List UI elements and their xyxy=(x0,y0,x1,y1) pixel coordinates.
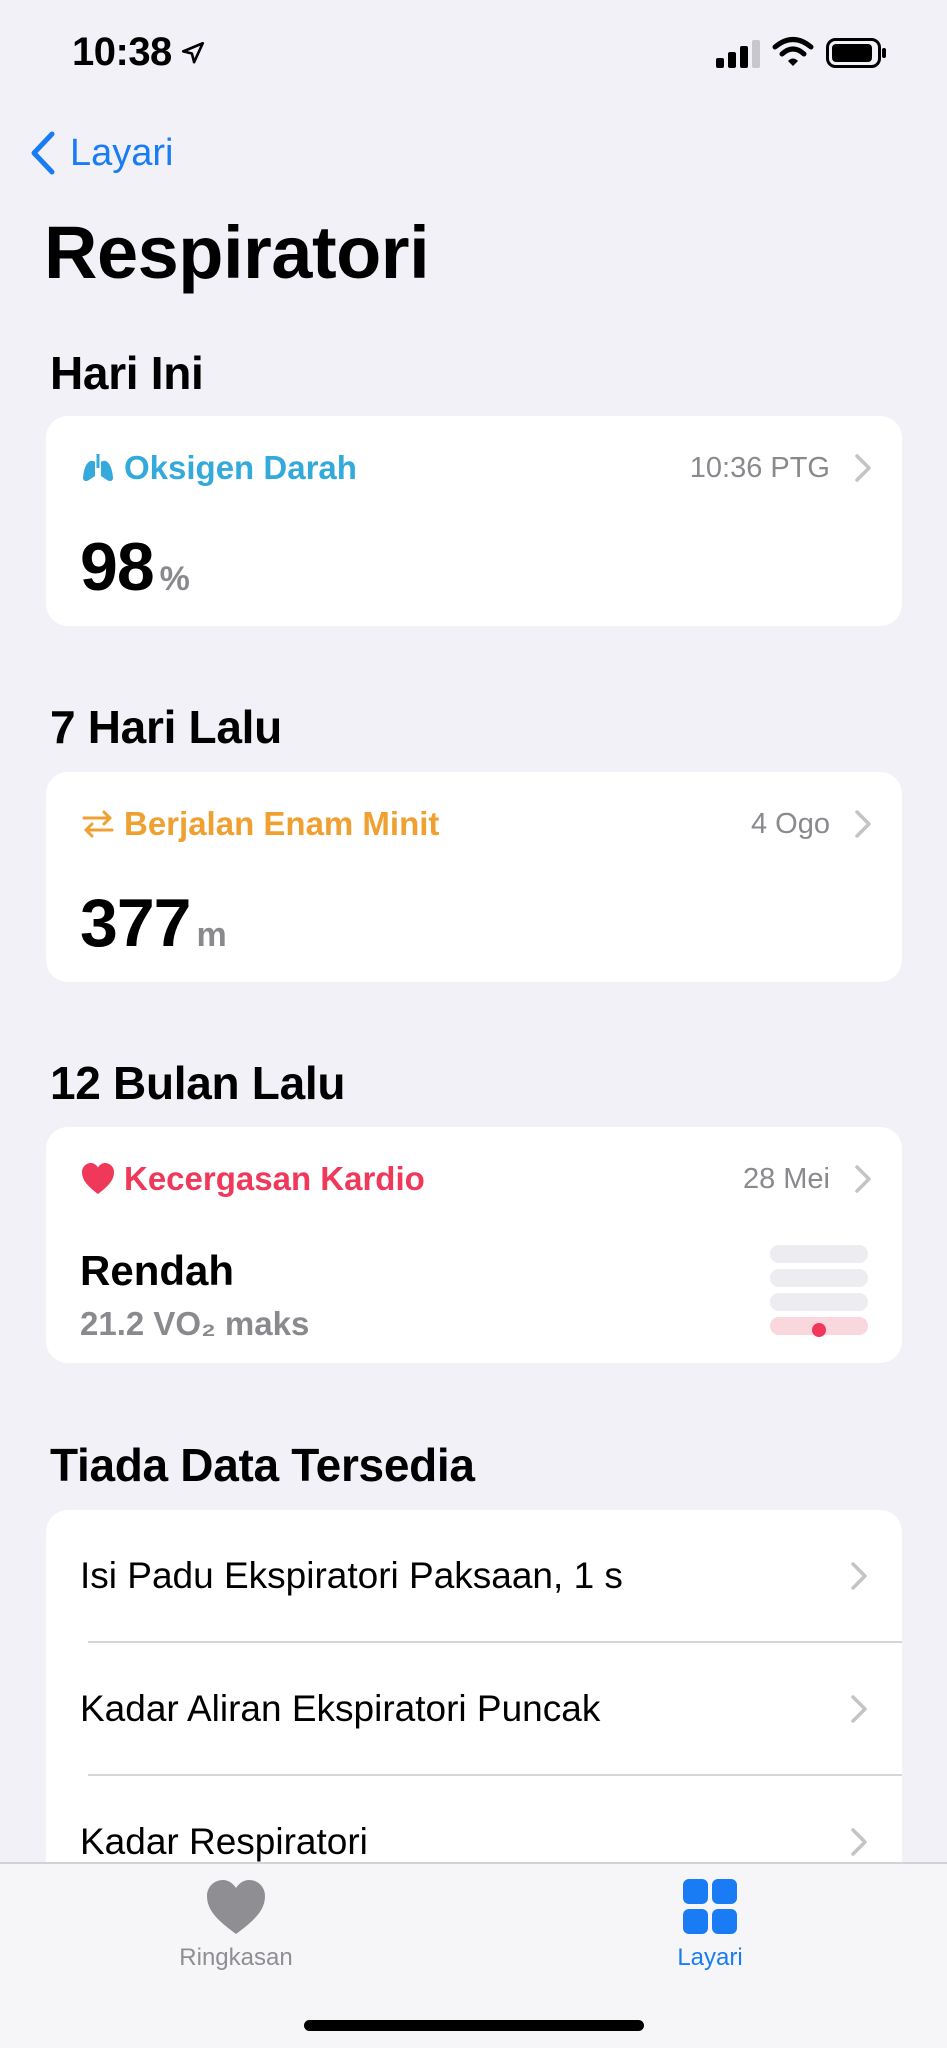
cardio-level-graph xyxy=(770,1245,868,1337)
section-header-no-data: Tiada Data Tersedia xyxy=(50,1439,475,1491)
location-arrow-icon xyxy=(181,41,205,64)
card-title: Kecergasan Kardio xyxy=(124,1160,425,1197)
cardio-level: Rendah xyxy=(80,1247,235,1294)
chevron-right-icon xyxy=(855,1165,871,1193)
vo2-max-value: 21.2 VO₂ maks xyxy=(80,1305,310,1342)
card-time: 28 Mei xyxy=(742,1162,830,1195)
list-item[interactable]: Isi Padu Ekspiratori Paksaan, 1 s xyxy=(46,1510,902,1642)
card-time: 10:36 PTG xyxy=(689,451,830,484)
status-bar: 10:38 xyxy=(0,0,947,108)
card-time: 4 Ogo xyxy=(751,807,830,840)
value-display: 98% xyxy=(80,528,190,606)
list-item-label: Kadar Aliran Ekspiratori Puncak xyxy=(80,1688,601,1729)
value-number: 377 xyxy=(80,885,191,961)
tab-summary[interactable]: Ringkasan xyxy=(126,1878,346,1988)
back-button[interactable]: Layari xyxy=(28,128,174,178)
chevron-right-icon xyxy=(851,1562,867,1590)
section-header-7-days: 7 Hari Lalu xyxy=(50,701,282,753)
tab-label: Ringkasan xyxy=(179,1944,293,1971)
chevron-right-icon xyxy=(851,1828,867,1856)
cellular-signal-icon xyxy=(716,40,760,68)
list-item-label: Isi Padu Ekspiratori Paksaan, 1 s xyxy=(80,1555,623,1596)
value-unit: % xyxy=(159,560,190,598)
value-number: 98 xyxy=(80,529,155,605)
back-label: Layari xyxy=(70,131,174,174)
card-title: Oksigen Darah xyxy=(124,449,357,486)
chevron-right-icon xyxy=(855,454,871,482)
cardio-fitness-card[interactable]: Kecergasan Kardio 28 Mei Rendah 21.2 VO₂… xyxy=(46,1127,902,1363)
tab-browse[interactable]: Layari xyxy=(600,1878,820,1988)
tab-label: Layari xyxy=(677,1944,743,1971)
grid-icon xyxy=(683,1879,737,1934)
status-time: 10:38 xyxy=(72,30,172,74)
section-header-12-months: 12 Bulan Lalu xyxy=(50,1057,346,1109)
battery-icon xyxy=(826,38,886,68)
wifi-icon xyxy=(772,37,814,66)
lungs-icon xyxy=(80,450,116,486)
card-title: Berjalan Enam Minit xyxy=(124,805,440,842)
chevron-right-icon xyxy=(855,810,871,838)
value-unit: m xyxy=(196,916,226,954)
page-title: Respiratori xyxy=(44,211,430,294)
arrows-icon xyxy=(80,806,116,842)
chevron-right-icon xyxy=(851,1695,867,1723)
value-display: 377 m xyxy=(80,884,227,962)
no-data-list: Isi Padu Ekspiratori Paksaan, 1 s Kadar … xyxy=(46,1510,902,1910)
heart-icon xyxy=(207,1880,265,1934)
six-minute-walk-card[interactable]: Berjalan Enam Minit 4 Ogo 377 m xyxy=(46,772,902,982)
section-header-today: Hari Ini xyxy=(50,347,204,399)
home-indicator xyxy=(304,2020,644,2031)
blood-oxygen-card[interactable]: Oksigen Darah 10:36 PTG 98% xyxy=(46,416,902,626)
chevron-left-icon xyxy=(31,131,55,175)
list-item-label: Kadar Respiratori xyxy=(80,1821,368,1862)
list-item[interactable]: Kadar Aliran Ekspiratori Puncak xyxy=(46,1643,902,1775)
heart-icon xyxy=(80,1161,116,1197)
